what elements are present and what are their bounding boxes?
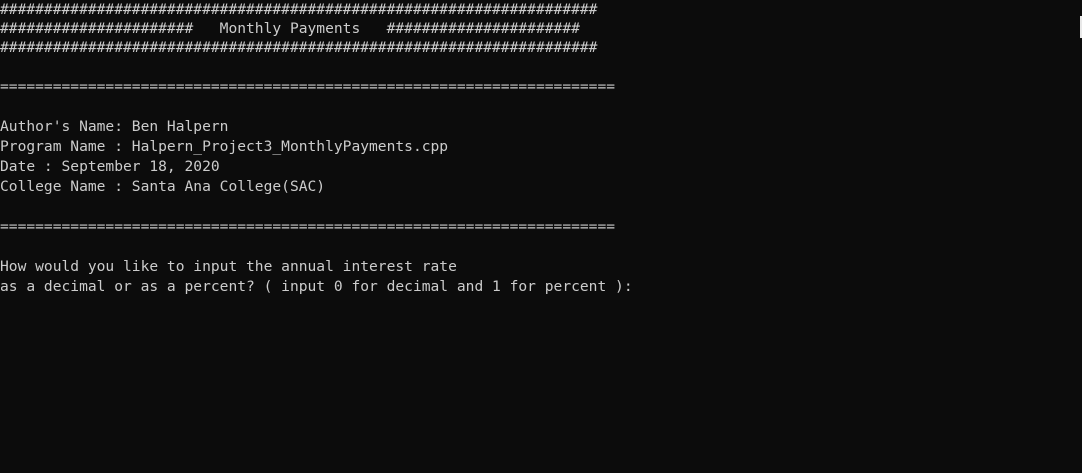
program-line: Program Name : Halpern_Project3_MonthlyP…	[0, 138, 449, 155]
prompt-line-2[interactable]: as a decimal or as a percent? ( input 0 …	[0, 277, 1082, 297]
banner-line-top: ########################################…	[0, 1, 598, 18]
college-line: College Name : Santa Ana College(SAC)	[0, 178, 326, 195]
banner-line-bottom: ########################################…	[0, 39, 598, 56]
date-line: Date : September 18, 2020	[0, 158, 220, 175]
author-line: Author's Name: Ben Halpern	[0, 118, 229, 135]
banner-line-title: ###################### Monthly Payments …	[0, 20, 580, 37]
separator-bottom: ========================================…	[0, 218, 616, 235]
console-window[interactable]: ########################################…	[0, 0, 1082, 473]
separator-top: ========================================…	[0, 78, 616, 95]
prompt-line-1: How would you like to input the annual i…	[0, 258, 457, 275]
